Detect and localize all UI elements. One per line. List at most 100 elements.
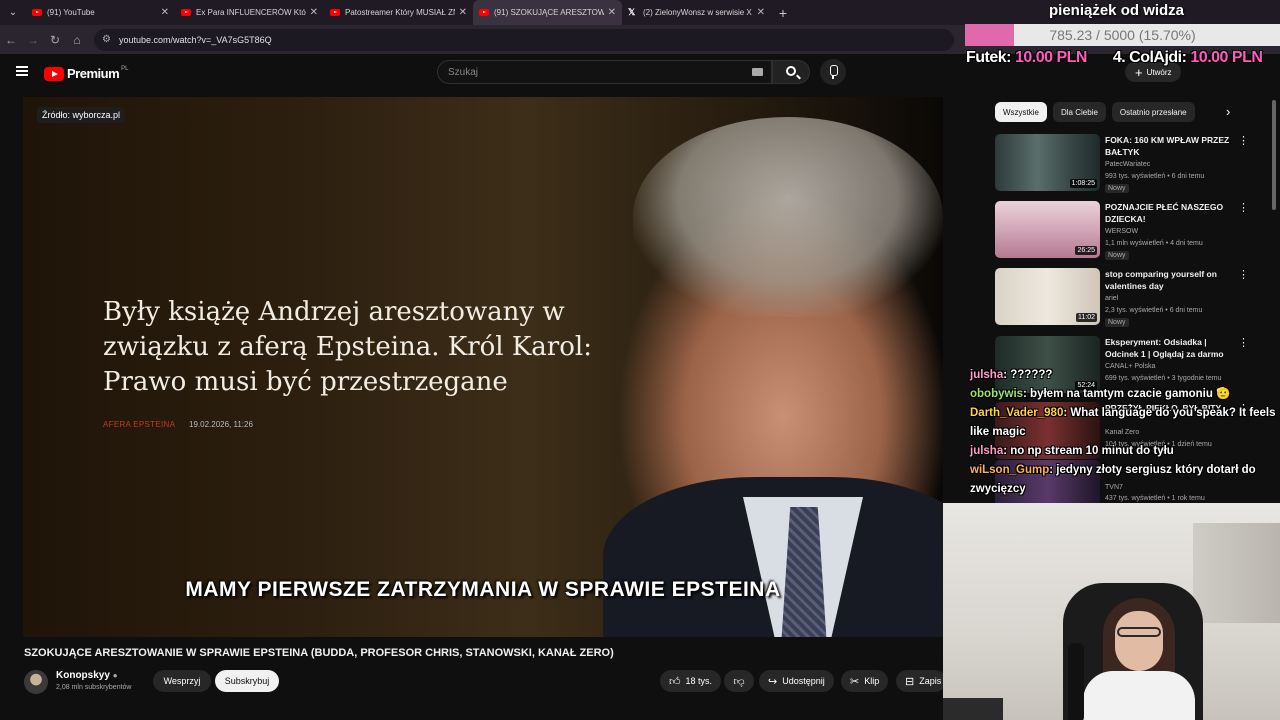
menu-icon[interactable] [16,66,28,76]
channel-avatar[interactable] [24,670,48,694]
donation-ticker: Futek: 10.00 PLN 4. ColAjdi: 10.00 PLN [966,49,1280,71]
chip-for-you[interactable]: Dla Ciebie [1053,102,1106,122]
donation-progress-bar: 785.23 / 5000 (15.70%) [965,24,1280,46]
chip-all[interactable]: Wszystkie [995,102,1047,122]
tab-title: Ex Para INFLUENCERÓW Która [196,8,306,17]
browser-tab[interactable]: (91) YouTube ✕ [26,0,175,25]
back-icon[interactable]: ← [0,33,22,47]
chat-message: julsha: ?????? [970,366,1280,385]
video-player[interactable]: Źródło: wyborcza.pl Były książę Andrzej … [23,97,943,637]
webcam-person-glasses [1117,627,1161,637]
video-thumbnail[interactable]: 26:25 [995,201,1100,258]
dislike-button[interactable]: 👎︎ [724,670,754,692]
youtube-logo[interactable]: Premium PL [44,66,128,81]
chat-username: julsha [970,369,1004,381]
more-vert-icon[interactable]: ⋮ [1238,201,1249,214]
x-icon: 𝕏 [628,7,636,17]
search-button[interactable] [772,60,810,84]
bookmark-icon: ⊟ [905,675,915,688]
close-icon[interactable]: ✕ [161,7,169,18]
url-field[interactable]: ⚙ youtube.com/watch?v=_VA7sG5T86Q [94,28,954,51]
donation-title: pieniążek od widza [1049,2,1185,19]
video-subtitle: MAMY PIERWSZE ZATRZYMANIA W SPRAWIE EPST… [185,578,781,601]
tab-title: (2) ZielonyWonsz w serwisie X [643,8,752,17]
new-tab-button[interactable]: + [771,5,795,21]
article-tag: AFERA EPSTEINA [103,420,176,429]
recommended-video[interactable]: 26:25 POZNAJCIE PŁEĆ NASZEGO DZIECKA! WE… [995,201,1255,263]
chat-username: julsha [970,445,1004,457]
video-thumbnail[interactable]: 11:02 [995,268,1100,325]
recommended-video[interactable]: 1:08:25 FOKA: 160 KM WPŁAW PRZEZ BAŁTYK … [995,134,1255,196]
forward-icon[interactable]: → [22,33,44,47]
like-button[interactable]: 👍︎ 18 tys. [660,670,722,692]
video-title: POZNAJCIE PŁEĆ NASZEGO DZIECKA! [1105,202,1224,224]
voice-search-icon[interactable] [820,59,846,85]
video-title: stop comparing yourself on valentines da… [1105,269,1217,291]
url-text: youtube.com/watch?v=_VA7sG5T86Q [118,34,272,45]
close-icon[interactable]: ✕ [459,7,467,18]
keyboard-icon[interactable] [752,68,763,76]
chip-recent[interactable]: Ostatnio przesłane [1111,102,1195,122]
browser-tab[interactable]: 𝕏 (2) ZielonyWonsz w serwisie X ✕ [622,0,771,25]
share-label: Udostępnij [782,676,825,686]
close-icon[interactable]: ✕ [608,7,616,18]
tab-search-chevron-icon[interactable]: ⌄ [0,0,26,25]
sidebar-scrollbar[interactable] [1272,100,1276,210]
browser-tab[interactable]: Patostreamer Który MUSIAŁ ZN ✕ [324,0,473,25]
search-icon [786,66,796,76]
close-icon[interactable]: ✕ [310,7,318,18]
search-input[interactable]: Szukaj [437,60,772,84]
video-frame-detail [633,117,943,317]
share-button[interactable]: ↪ Udostępnij [759,670,834,692]
thumbs-down-icon: 👎︎ [733,675,745,688]
verified-icon: ● [112,671,118,680]
tab-title: Patostreamer Który MUSIAŁ ZN [345,8,455,17]
chevron-right-icon[interactable]: › [1226,104,1230,119]
webcam-person-face [1115,611,1163,671]
browser-tab-active[interactable]: (91) SZOKUJĄCE ARESZTOWAN ✕ [473,0,622,25]
channel-name[interactable]: Konopskyy ● [56,670,118,681]
save-button[interactable]: ⊟ Zapis [896,670,946,692]
chat-message: wiLson_Gump: jedyny złoty sergiusz który… [970,461,1280,499]
logo-label: Premium [67,66,120,81]
chat-message: julsha: no np stream 10 minut do tyłu [970,442,1280,461]
chat-text: : no np stream 10 minut do tyłu [1003,445,1174,457]
video-title: SZOKUJĄCE ARESZTOWANIE W SPRAWIE EPSTEIN… [24,647,614,659]
more-vert-icon[interactable]: ⋮ [1238,336,1249,349]
video-headline: Były książę Andrzej aresztowany w związk… [103,297,592,397]
video-title: Eksperyment: Odsiadka | Odcinek 1 | Oglą… [1105,337,1224,359]
article-date: 19.02.2026, 11:26 [189,420,253,429]
video-stats: 993 tys. wyświetleń • 6 dni temu [1105,173,1205,180]
recommended-video[interactable]: 11:02 stop comparing yourself on valenti… [995,268,1255,330]
video-thumbnail[interactable]: 1:08:25 [995,134,1100,191]
tab-title: (91) YouTube [47,8,95,17]
video-duration: 11:02 [1076,313,1097,322]
video-stats: 1,1 mln wyświetleń • 4 dni temu [1105,240,1203,247]
browser-tab[interactable]: Ex Para INFLUENCERÓW Która ✕ [175,0,324,25]
ticker-amount: 10.00 PLN [1190,49,1263,66]
video-duration: 26:25 [1075,246,1097,255]
youtube-icon [32,9,42,16]
video-title: FOKA: 160 KM WPŁAW PRZEZ BAŁTYK [1105,135,1230,157]
more-vert-icon[interactable]: ⋮ [1238,268,1249,281]
tab-title: (91) SZOKUJĄCE ARESZTOWAN [494,8,604,17]
chat-message: obobywis: byłem na tamtym czacie gamoniu… [970,385,1280,404]
filter-chips: Wszystkie Dla Ciebie Ostatnio przesłane [995,102,1195,122]
reload-icon[interactable]: ↻ [44,33,66,47]
site-settings-icon[interactable]: ⚙ [102,34,111,45]
ticker-name: Futek: [966,49,1012,66]
support-button[interactable]: Wesprzyj [153,670,211,692]
youtube-icon [479,9,489,16]
stream-chat-overlay: julsha: ?????? obobywis: byłem na tamtym … [970,366,1280,499]
clip-button[interactable]: ✂ Klip [841,670,889,692]
youtube-icon [181,9,191,16]
close-icon[interactable]: ✕ [757,7,765,18]
subscribe-button[interactable]: Subskrybuj [215,670,279,692]
share-icon: ↪ [768,675,778,688]
home-icon[interactable]: ⌂ [66,33,88,47]
channel-name: ariel [1105,295,1119,302]
webcam-background [1193,523,1280,623]
webcam-person-body [1083,671,1195,720]
source-badge: Źródło: wyborcza.pl [37,107,126,123]
more-vert-icon[interactable]: ⋮ [1238,134,1249,147]
